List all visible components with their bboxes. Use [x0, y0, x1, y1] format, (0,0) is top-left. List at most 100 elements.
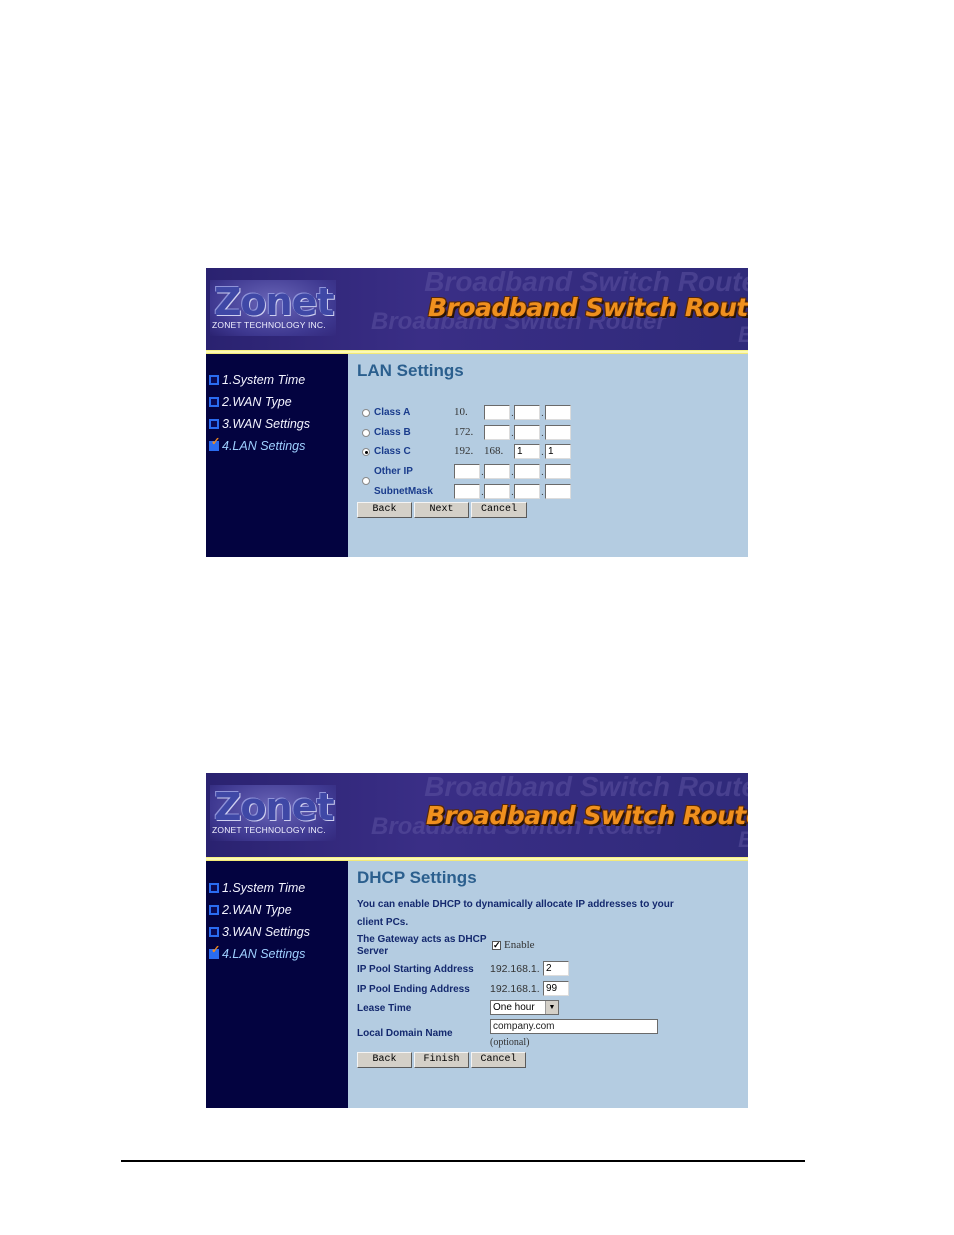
- lease-time-select[interactable]: One hour ▼: [490, 1000, 559, 1015]
- class-a-prefix: 10.: [454, 406, 468, 418]
- sidebar-item-wan-type[interactable]: 2.WAN Type: [209, 393, 292, 411]
- banner-ghost-text: Broadband Switch Router: [424, 773, 748, 802]
- logo-wordmark: Zonet: [214, 280, 335, 324]
- lease-time-value: One hour: [493, 1002, 535, 1013]
- subnet-octet-1[interactable]: [454, 484, 480, 499]
- pool-end-prefix: 192.168.1.: [490, 983, 540, 995]
- sidebar-item-system-time[interactable]: 1.System Time: [209, 371, 305, 389]
- zonet-logo: Zonet ZONET TECHNOLOGY INC.: [210, 785, 336, 841]
- class-a-octet-3[interactable]: [514, 405, 540, 420]
- subnet-octet-4[interactable]: [545, 484, 571, 499]
- back-button[interactable]: Back: [357, 502, 412, 518]
- octet-separator: .: [541, 408, 544, 419]
- sidebar-item-label: 1.System Time: [222, 881, 306, 895]
- page-title: DHCP Settings: [357, 868, 477, 887]
- sidebar-item-label: 4.LAN Settings: [222, 947, 306, 961]
- octet-separator: .: [541, 467, 544, 478]
- class-b-prefix: 172.: [454, 426, 474, 438]
- pool-start-prefix: 192.168.1.: [490, 963, 540, 975]
- banner-ghost-text: B: [738, 827, 748, 853]
- dropdown-arrow-icon[interactable]: ▼: [545, 1001, 558, 1014]
- cancel-button[interactable]: Cancel: [471, 502, 527, 518]
- class-b-octet-3[interactable]: [514, 425, 540, 440]
- class-c-octet-3[interactable]: 1: [514, 444, 540, 459]
- other-ip-radio[interactable]: [362, 477, 370, 485]
- sidebar-item-label: 4.LAN Settings: [222, 439, 306, 453]
- sidebar: 1.System Time 2.WAN Type 3.WAN Settings …: [206, 354, 348, 557]
- checkbox-icon: [209, 419, 219, 429]
- banner-ghost-text: B: [738, 322, 748, 348]
- header-banner: Broadband Switch Router Broadband Switch…: [206, 268, 748, 350]
- dhcp-settings-screenshot: Broadband Switch Router Broadband Switch…: [206, 773, 748, 1108]
- zonet-logo: Zonet ZONET TECHNOLOGY INC.: [210, 280, 336, 336]
- class-b-octet-2[interactable]: [484, 425, 510, 440]
- checkbox-icon: [209, 375, 219, 385]
- dhcp-intro-line-1: You can enable DHCP to dynamically alloc…: [357, 899, 674, 910]
- gateway-dhcp-label-2: Server: [357, 946, 389, 957]
- sidebar-item-label: 3.WAN Settings: [222, 417, 311, 431]
- next-button[interactable]: Next: [414, 502, 469, 518]
- subnet-octet-3[interactable]: [514, 484, 540, 499]
- other-ip-octet-1[interactable]: [454, 464, 480, 479]
- class-b-radio[interactable]: [362, 429, 370, 437]
- checkbox-icon: [209, 927, 219, 937]
- octet-separator: .: [541, 447, 544, 458]
- other-ip-label: Other IP: [374, 466, 413, 477]
- product-title: Broadband Switch Router: [428, 293, 748, 322]
- class-a-radio[interactable]: [362, 409, 370, 417]
- logo-wordmark: Zonet: [214, 785, 335, 829]
- domain-name-label: Local Domain Name: [357, 1028, 453, 1039]
- other-ip-octet-4[interactable]: [545, 464, 571, 479]
- class-b-label: Class B: [374, 427, 411, 438]
- class-c-octet-4[interactable]: 1: [545, 444, 571, 459]
- subnet-octet-2[interactable]: [484, 484, 510, 499]
- checkmark-icon: ✓: [211, 436, 221, 448]
- class-a-octet-4[interactable]: [545, 405, 571, 420]
- page-title: LAN Settings: [357, 361, 464, 380]
- class-c-prefix: 192.: [454, 445, 474, 457]
- domain-name-input[interactable]: company.com: [490, 1019, 658, 1034]
- checkbox-icon: [209, 883, 219, 893]
- octet-separator: .: [541, 428, 544, 439]
- cancel-button[interactable]: Cancel: [471, 1052, 526, 1068]
- sidebar-item-label: 3.WAN Settings: [222, 925, 311, 939]
- sidebar-item-lan-settings[interactable]: ✓ 4.LAN Settings: [209, 437, 305, 455]
- class-a-octet-2[interactable]: [484, 405, 510, 420]
- other-ip-octet-3[interactable]: [514, 464, 540, 479]
- checked-box-icon: ✓: [209, 945, 220, 959]
- company-name: ZONET TECHNOLOGY INC.: [212, 320, 326, 330]
- dhcp-intro-line-2: client PCs.: [357, 917, 409, 928]
- checked-box-icon: ✓: [209, 437, 220, 451]
- checkbox-icon: [209, 905, 219, 915]
- subnet-mask-label: SubnetMask: [374, 486, 433, 497]
- header-banner: Broadband Switch Router Broadband Switch…: [206, 773, 748, 857]
- sidebar-item-wan-settings[interactable]: 3.WAN Settings: [209, 415, 310, 433]
- enable-label: Enable: [504, 939, 535, 951]
- octet-separator: .: [541, 487, 544, 498]
- company-name: ZONET TECHNOLOGY INC.: [212, 825, 326, 835]
- sidebar-item-lan-settings[interactable]: ✓ 4.LAN Settings: [209, 945, 305, 963]
- back-button[interactable]: Back: [357, 1052, 412, 1068]
- lan-settings-screenshot: Broadband Switch Router Broadband Switch…: [206, 268, 748, 557]
- pool-start-input[interactable]: 2: [543, 961, 569, 976]
- class-c-prefix-2: 168.: [484, 445, 504, 457]
- other-ip-octet-2[interactable]: [484, 464, 510, 479]
- sidebar-item-system-time[interactable]: 1.System Time: [209, 879, 305, 897]
- lease-time-label: Lease Time: [357, 1003, 412, 1014]
- content-panel: LAN Settings Class A 10. . . Class B 172…: [348, 354, 748, 557]
- pool-end-input[interactable]: 99: [543, 981, 569, 996]
- sidebar-item-wan-type[interactable]: 2.WAN Type: [209, 901, 292, 919]
- checkmark-icon: ✓: [211, 944, 221, 956]
- class-a-label: Class A: [374, 407, 411, 418]
- pool-start-label: IP Pool Starting Address: [357, 964, 474, 975]
- sidebar-item-wan-settings[interactable]: 3.WAN Settings: [209, 923, 310, 941]
- class-b-octet-4[interactable]: [545, 425, 571, 440]
- sidebar-item-label: 2.WAN Type: [222, 395, 292, 409]
- class-c-radio[interactable]: [362, 448, 370, 456]
- domain-optional-hint: (optional): [490, 1037, 530, 1048]
- sidebar: 1.System Time 2.WAN Type 3.WAN Settings …: [206, 861, 348, 1108]
- sidebar-item-label: 2.WAN Type: [222, 903, 292, 917]
- finish-button[interactable]: Finish: [414, 1052, 469, 1068]
- enable-dhcp-checkbox[interactable]: ✓: [492, 941, 501, 950]
- page-footer-rule: [121, 1160, 805, 1162]
